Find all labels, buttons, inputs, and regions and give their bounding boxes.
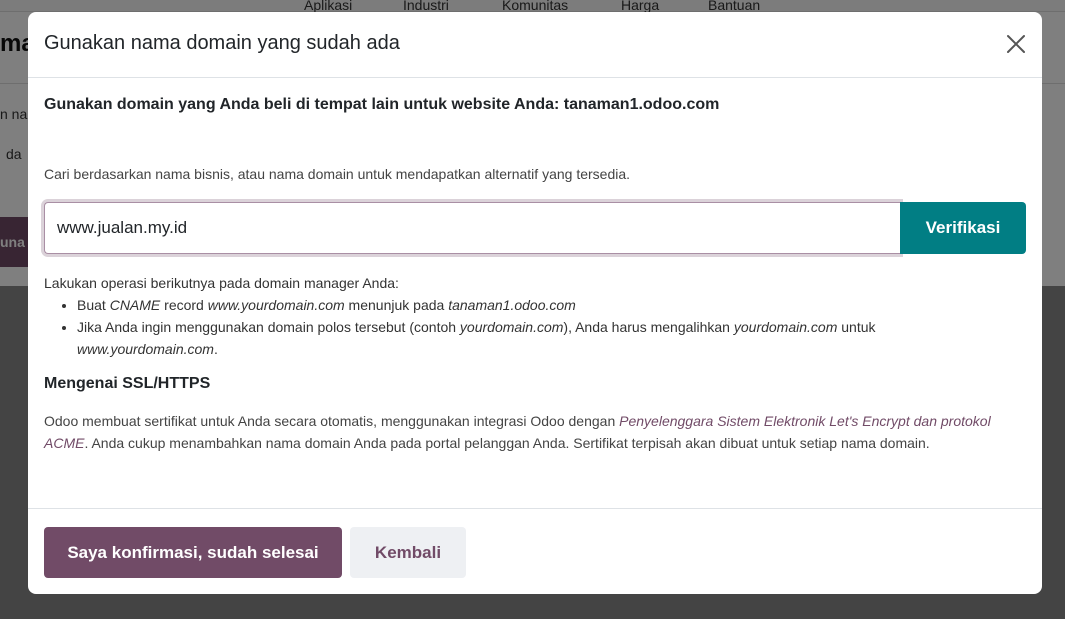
instruction-item-redirect: Jika Anda ingin menggunakan domain polos…: [77, 316, 1024, 360]
instruction-text: Jika Anda ingin menggunakan domain polos…: [77, 319, 460, 335]
dialog-header: Gunakan nama domain yang sudah ada: [28, 12, 1042, 78]
dns-instructions: Lakukan operasi berikutnya pada domain m…: [44, 272, 1024, 360]
dialog-title: Gunakan nama domain yang sudah ada: [44, 32, 400, 54]
ssl-text: Odoo membuat sertifikat untuk Anda secar…: [44, 413, 620, 429]
instruction-domain: www.yourdomain.com: [207, 297, 345, 313]
verify-button[interactable]: Verifikasi: [900, 202, 1026, 254]
search-hint: Cari berdasarkan nama bisnis, atau nama …: [44, 166, 631, 182]
instruction-from: yourdomain.com: [733, 319, 838, 335]
instruction-text: record: [160, 297, 208, 313]
ssl-description: Odoo membuat sertifikat untuk Anda secar…: [44, 410, 1024, 454]
dialog-footer: Saya konfirmasi, sudah selesai Kembali: [28, 508, 1042, 594]
instruction-example: yourdomain.com: [459, 319, 564, 335]
domain-dialog: Gunakan nama domain yang sudah ada Gunak…: [28, 12, 1042, 594]
instruction-to: www.yourdomain.com: [77, 341, 214, 357]
instruction-item-cname: Buat CNAME record www.yourdomain.com men…: [77, 294, 1024, 316]
instruction-target: tanaman1.odoo.com: [448, 297, 576, 313]
close-button[interactable]: [1004, 32, 1028, 56]
instructions-intro: Lakukan operasi berikutnya pada domain m…: [44, 275, 399, 291]
dialog-body: Gunakan domain yang Anda beli di tempat …: [28, 78, 1042, 508]
confirm-button[interactable]: Saya konfirmasi, sudah selesai: [44, 527, 342, 578]
ssl-text: . Anda cukup menambahkan nama domain And…: [84, 435, 930, 451]
instruction-text: .: [213, 341, 218, 357]
instructions-list: Buat CNAME record www.yourdomain.com men…: [77, 294, 1024, 360]
ssl-heading: Mengenai SSL/HTTPS: [44, 375, 211, 392]
instruction-text: untuk: [837, 319, 876, 335]
domain-input[interactable]: [44, 202, 900, 254]
instruction-cname: CNAME: [109, 297, 161, 313]
dialog-subtitle: Gunakan domain yang Anda beli di tempat …: [44, 96, 720, 113]
instruction-text: ), Anda harus mengalihkan: [563, 319, 734, 335]
instruction-text: Buat: [77, 297, 110, 313]
instruction-text: menunjuk pada: [344, 297, 449, 313]
back-button[interactable]: Kembali: [350, 527, 466, 578]
close-icon: [1007, 35, 1025, 53]
